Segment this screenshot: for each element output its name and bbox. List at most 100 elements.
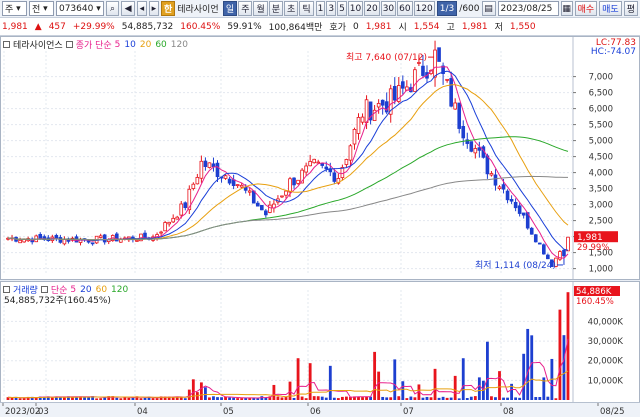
candle-body xyxy=(457,102,462,129)
volume-bar xyxy=(385,397,389,400)
candle-body xyxy=(505,190,510,201)
volume-bar xyxy=(502,397,505,400)
volume-bar xyxy=(506,397,509,400)
candle-body xyxy=(211,163,216,167)
volume-bar xyxy=(139,398,143,400)
volume-current-pct-tag: 160.45% xyxy=(576,297,614,307)
eval-tab[interactable]: 평 xyxy=(623,1,638,16)
candle-body xyxy=(493,174,498,186)
open-label: 시 xyxy=(398,23,407,33)
candle-body xyxy=(360,116,365,123)
candle-body xyxy=(392,86,397,101)
date-field[interactable]: 2023/08/25 xyxy=(497,1,559,16)
period-button-4[interactable]: 초 xyxy=(284,1,299,16)
volume-bar xyxy=(151,398,155,400)
volume-bar xyxy=(143,397,147,400)
volume-bar xyxy=(336,398,340,400)
candle-body xyxy=(546,254,550,260)
search-icon[interactable]: ⌕ xyxy=(105,1,120,16)
candle-body xyxy=(324,166,329,170)
buy-tab[interactable]: 매수 xyxy=(574,1,598,16)
period-button-1[interactable]: 주 xyxy=(238,1,253,16)
hangul-button[interactable]: 한 xyxy=(160,1,176,16)
volume-bar xyxy=(465,398,469,400)
volume-bar xyxy=(457,398,461,400)
minute-button-5[interactable]: 5 xyxy=(337,1,347,16)
vol-legend-value: 54,885,732주(160.45%) xyxy=(4,296,111,306)
volume-bar xyxy=(558,309,562,400)
minute-button-3[interactable]: 3 xyxy=(326,1,337,16)
price-tick-label: 4,500 xyxy=(589,153,613,163)
candle-body xyxy=(352,128,357,145)
speaker-icon[interactable]: ◀ xyxy=(121,1,135,16)
price-tick-label: 6,000 xyxy=(589,105,613,115)
candle-body xyxy=(437,47,441,62)
next-stock-icon[interactable]: ▸ xyxy=(148,1,159,16)
candle-body xyxy=(348,145,353,161)
volume-bar xyxy=(369,396,372,400)
price-tick-label: 2,500 xyxy=(589,217,613,227)
volume-tick-label: 10,000K xyxy=(588,376,624,386)
price-tick-label: 6,500 xyxy=(589,89,613,99)
candle-body xyxy=(477,147,482,151)
legend-ma-period-20: 20 xyxy=(139,39,152,50)
stock-code-input[interactable]: 073640 ▾ xyxy=(55,1,104,16)
volume-bar xyxy=(397,396,401,400)
candle-body xyxy=(433,49,437,78)
minute-button-30[interactable]: 30 xyxy=(380,1,397,16)
candle-body xyxy=(445,78,449,81)
volume-bar xyxy=(272,384,276,400)
volume-bar xyxy=(216,397,219,400)
candle-body xyxy=(227,178,232,184)
candle-body xyxy=(171,217,175,223)
period-button-5[interactable]: 틱 xyxy=(299,1,314,16)
candle-body xyxy=(183,202,188,209)
candle-body xyxy=(449,78,453,107)
count-badge[interactable]: 1/3 xyxy=(436,1,458,16)
minute-button-1[interactable]: 1 xyxy=(315,1,326,16)
volume-bar xyxy=(361,397,364,400)
candle-body xyxy=(102,234,107,243)
candle-body xyxy=(304,165,308,173)
candle-body xyxy=(461,125,466,139)
volume-bar xyxy=(486,341,489,400)
minute-button-20[interactable]: 20 xyxy=(364,1,380,16)
candle-body xyxy=(191,183,196,189)
candle-body xyxy=(509,199,514,202)
date-axis: 2023/02 03 04 05 06 07 08 08/25 xyxy=(0,402,640,417)
volume-chart-panel[interactable]: 40,000K 30,000K 20,000K 10,000K 54,886K 160.4… xyxy=(0,281,640,403)
price-tick-label: 5,500 xyxy=(589,121,613,131)
minute-button-120[interactable]: 120 xyxy=(413,1,435,16)
candle-body xyxy=(54,235,59,239)
candle-body xyxy=(469,141,474,152)
candle-body xyxy=(364,99,369,123)
minute-button-60[interactable]: 60 xyxy=(397,1,413,16)
volume-bar xyxy=(183,398,187,400)
minute-button-10[interactable]: 10 xyxy=(347,1,364,16)
quote-bar: 1,981 ▲ 457 +29.99% 54,885,732 160.45% 5… xyxy=(0,18,640,36)
price-chart-panel[interactable]: 7,000 6,500 6,000 5,500 5,000 4,500 4,000 3,500… xyxy=(0,36,640,280)
chart-type-select[interactable]: 전 ▾ xyxy=(28,1,54,16)
volume-bar xyxy=(276,396,280,400)
x-tick-label: 07 xyxy=(403,407,414,417)
period-button-3[interactable]: 분 xyxy=(268,1,284,16)
volume-bar xyxy=(562,335,566,400)
volume-bar xyxy=(208,397,211,400)
candle-body xyxy=(284,190,288,196)
volume-pct: 160.45% xyxy=(180,21,221,32)
prev-stock-icon[interactable]: ◂ xyxy=(136,1,147,16)
chart-settings-icon[interactable]: ▤ xyxy=(481,1,496,16)
period-button-0[interactable]: 일 xyxy=(222,1,238,16)
volume-bar xyxy=(50,397,54,400)
sell-tab[interactable]: 매도 xyxy=(599,1,622,16)
candle-body xyxy=(517,205,522,214)
calendar-icon[interactable]: ▦ xyxy=(560,1,573,16)
volume-bar xyxy=(413,397,417,400)
volume-bar xyxy=(490,396,493,400)
trade-amount: 100,864백만 xyxy=(268,23,323,33)
period-button-2[interactable]: 월 xyxy=(253,1,268,16)
volume-bar xyxy=(155,398,159,400)
volume-bar xyxy=(292,397,296,400)
market-select[interactable]: 주 ▾ xyxy=(2,1,27,16)
volume-bar xyxy=(494,397,497,400)
